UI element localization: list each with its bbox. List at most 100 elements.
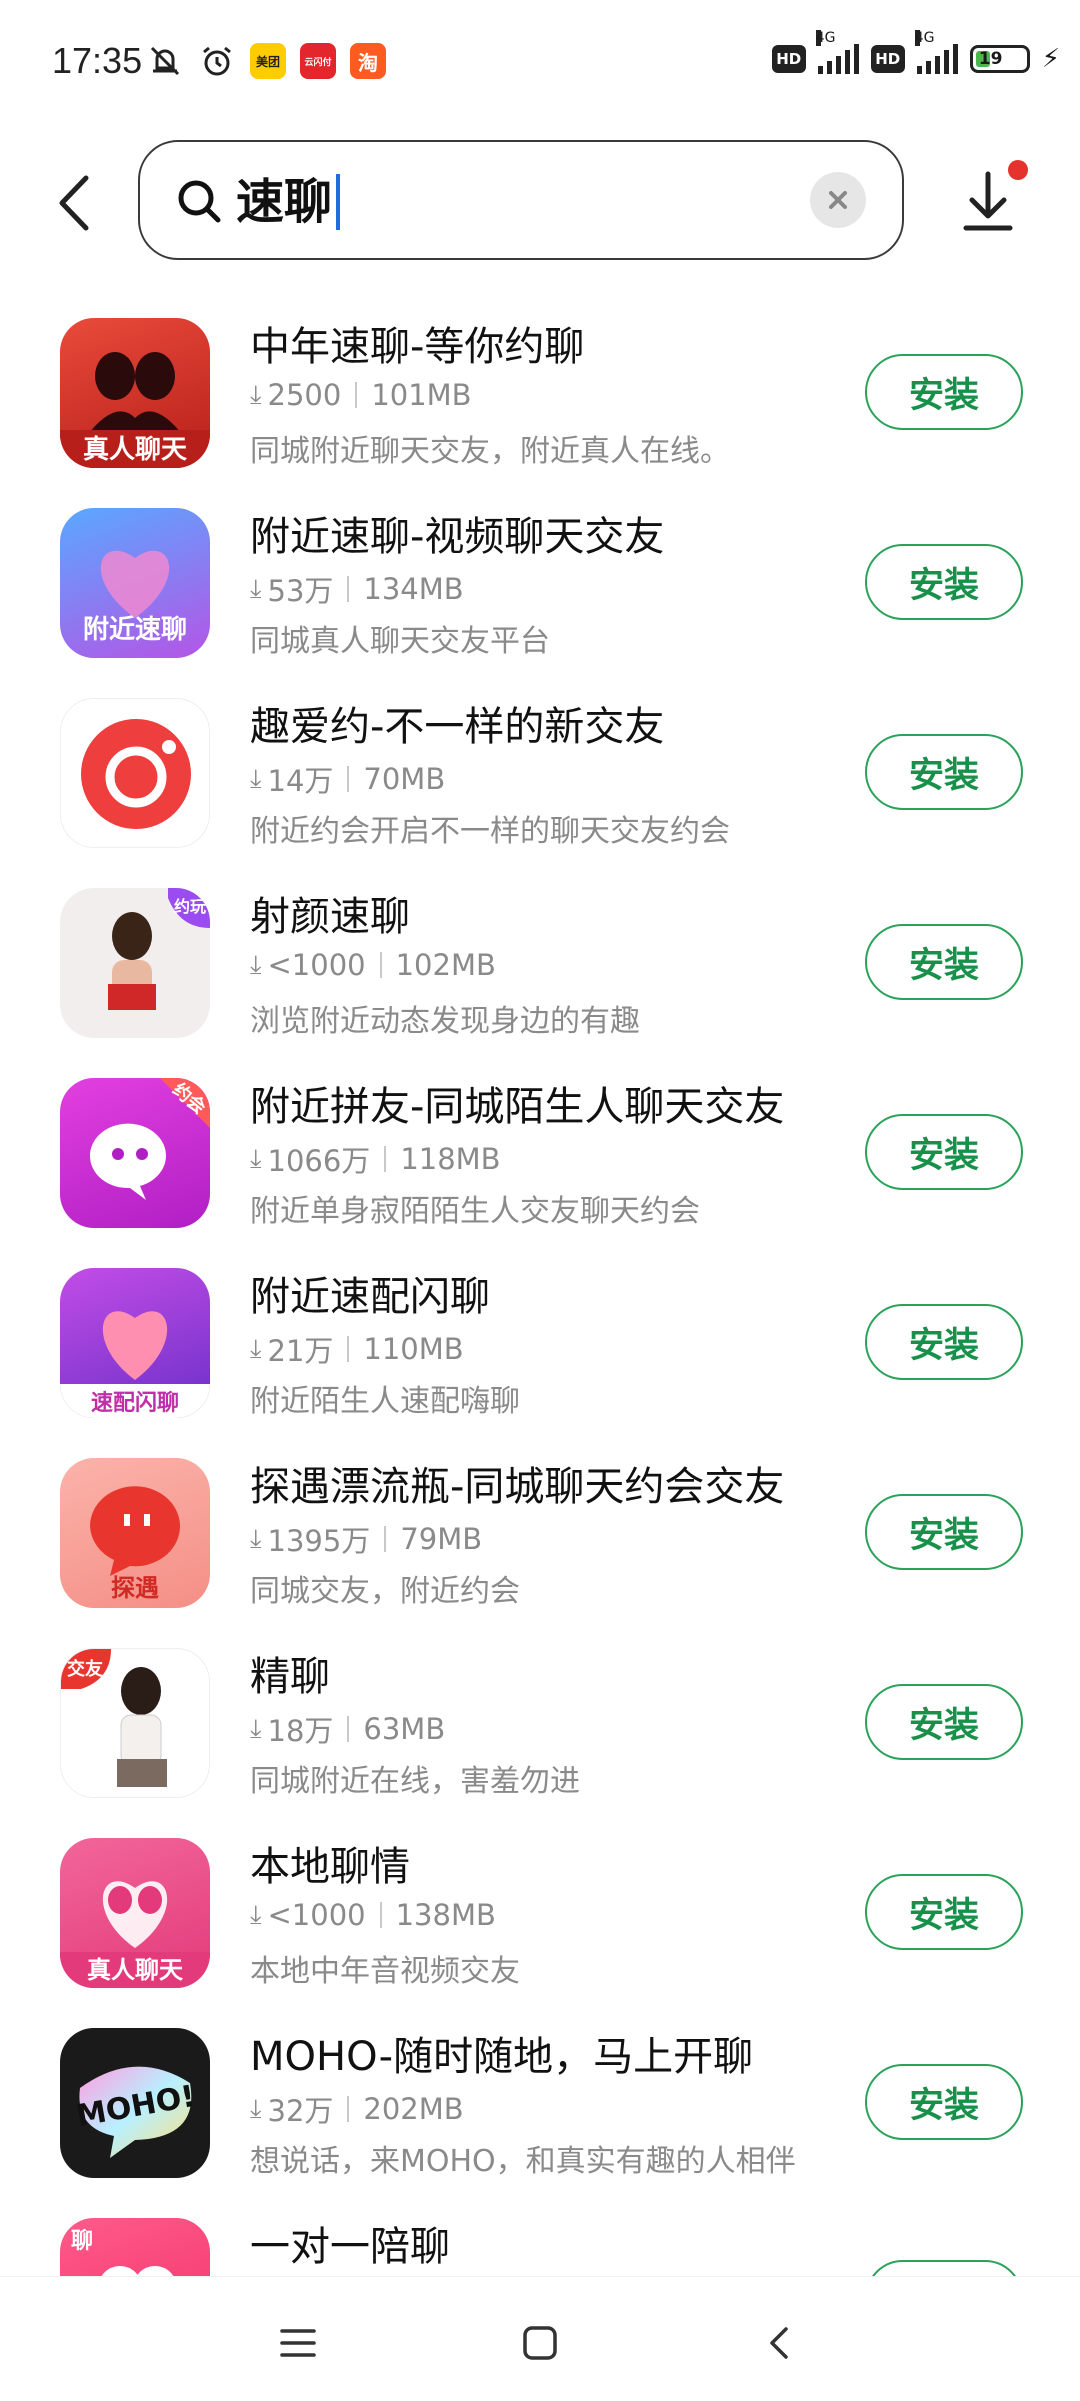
search-query-text: 速聊	[236, 174, 333, 230]
app-size: 134MB	[363, 572, 464, 606]
download-count-icon: ⤓	[250, 1899, 262, 1930]
app-icon[interactable]	[60, 698, 210, 848]
app-icon[interactable]: 速配闪聊	[60, 1268, 210, 1418]
svg-text:交友: 交友	[67, 1658, 103, 1680]
app-icon[interactable]: MOHO!	[60, 2028, 210, 2178]
download-count-icon: ⤓	[250, 1523, 262, 1554]
app-size: 79MB	[400, 1522, 483, 1556]
hd-badge: HD	[870, 45, 905, 73]
svg-text:真人聊天: 真人聊天	[87, 1956, 183, 1984]
list-item[interactable]: 趣爱约-不一样的新交友 ⤓ 14万 70MB 附近约会开启不一样的聊天交友约会 安装	[0, 680, 1080, 870]
download-manager-button[interactable]	[958, 160, 1028, 240]
mute-bell-icon	[146, 42, 184, 80]
back-button[interactable]	[50, 168, 100, 238]
notification-dot	[1008, 160, 1028, 180]
app-size: 110MB	[363, 1332, 464, 1366]
install-button[interactable]: 安装	[865, 544, 1023, 620]
install-button[interactable]: 安装	[865, 2064, 1023, 2140]
unionpay-app-icon: 云闪付	[300, 43, 336, 79]
app-icon[interactable]: 附近速聊	[60, 508, 210, 658]
download-count-icon: ⤓	[250, 1333, 262, 1364]
app-icon[interactable]: 交友	[60, 1648, 210, 1798]
app-icon[interactable]: 约会	[60, 1078, 210, 1228]
notification-icons: 美团 云闪付 淘	[146, 42, 386, 80]
list-item[interactable]: 探遇 探遇漂流瓶-同城聊天约会交友 ⤓ 1395万 79MB 同城交友，附近约会 安…	[0, 1440, 1080, 1630]
app-meta: ⤓ 1066万 118MB	[250, 1138, 501, 1180]
svg-text:真人聊天: 真人聊天	[83, 435, 187, 465]
back-nav-button[interactable]	[750, 2313, 810, 2373]
list-item[interactable]: 真人聊天 本地聊情 ⤓ <1000 138MB 本地中年音视频交友 安装	[0, 1820, 1080, 2010]
back-arrow-icon	[59, 175, 89, 231]
list-item[interactable]: 真人聊天 中年速聊-等你约聊 ⤓ 2500 101MB 同城附近聊天交友，附近真人在…	[0, 300, 1080, 490]
app-meta: ⤓ 1395万 79MB	[250, 1518, 482, 1560]
home-icon	[523, 2326, 557, 2360]
menu-nav-button[interactable]	[268, 2313, 328, 2373]
svg-text:聊: 聊	[71, 2229, 93, 2254]
download-count-icon: ⤓	[250, 2093, 262, 2124]
list-item[interactable]: 交友 精聊 ⤓ 18万 63MB 同城附近在线，害羞勿进 安装	[0, 1630, 1080, 1820]
download-count: 2500	[267, 378, 342, 412]
signal-icon: 4G	[815, 30, 859, 74]
app-icon[interactable]: 真人聊天	[60, 1838, 210, 1988]
app-description: 想说话，来MOHO，和真实有趣的人相伴	[250, 2144, 796, 2179]
download-count: 1066万	[267, 1144, 371, 1178]
search-query[interactable]: 速聊	[236, 164, 341, 240]
install-button[interactable]: 安装	[865, 354, 1023, 430]
app-meta: ⤓ <1000 138MB	[250, 1898, 496, 1932]
app-icon[interactable]: 约玩	[60, 888, 210, 1038]
install-button[interactable]: 安装	[865, 1304, 1023, 1380]
charging-icon: ⚡	[1041, 44, 1060, 74]
app-title[interactable]: 一对一陪聊	[250, 2214, 450, 2272]
install-button[interactable]: 安装	[865, 1874, 1023, 1950]
install-button[interactable]: 安装	[865, 924, 1023, 1000]
download-count: 32万	[267, 2094, 334, 2128]
app-title[interactable]: 精聊	[250, 1644, 330, 1702]
download-count: 21万	[267, 1334, 334, 1368]
system-indicators: HD 4G HD 4G 19 ⚡	[771, 30, 1060, 74]
search-icon	[174, 176, 224, 226]
app-title[interactable]: 本地聊情	[250, 1834, 410, 1892]
list-item[interactable]: 约会 附近拼友-同城陌生人聊天交友 ⤓ 1066万 118MB 附近单身寂陌陌生人交…	[0, 1060, 1080, 1250]
install-button[interactable]: 安装	[865, 1494, 1023, 1570]
search-input[interactable]: 速聊	[138, 140, 904, 260]
home-nav-button[interactable]	[510, 2313, 570, 2373]
svg-text:附近速聊: 附近速聊	[83, 615, 187, 645]
list-item[interactable]: 速配闪聊 附近速配闪聊 ⤓ 21万 110MB 附近陌生人速配嗨聊 安装	[0, 1250, 1080, 1440]
app-title[interactable]: 附近速配闪聊	[250, 1264, 490, 1322]
install-button[interactable]: 安装	[865, 1684, 1023, 1760]
download-count: 53万	[267, 574, 334, 608]
install-button[interactable]: 安装	[865, 734, 1023, 810]
text-cursor	[336, 174, 341, 230]
app-title[interactable]: MOHO-随时随地，马上开聊	[250, 2024, 753, 2082]
app-title[interactable]: 探遇漂流瓶-同城聊天约会交友	[250, 1454, 784, 1512]
app-title[interactable]: 附近拼友-同城陌生人聊天交友	[250, 1074, 784, 1132]
download-count-icon: ⤓	[250, 763, 262, 794]
list-item[interactable]: MOHO! MOHO-随时随地，马上开聊 ⤓ 32万 202MB 想说话，来MOHO…	[0, 2010, 1080, 2200]
app-meta: ⤓ 53万 134MB	[250, 568, 464, 610]
status-bar: 17:35 美团 云闪付 淘 HD 4G HD 4G 19 ⚡	[0, 0, 1080, 130]
taobao-app-icon: 淘	[350, 43, 386, 79]
app-description: 附近单身寂陌陌生人交友聊天约会	[250, 1194, 700, 1229]
app-description: 附近陌生人速配嗨聊	[250, 1384, 520, 1419]
clear-button[interactable]	[810, 172, 866, 228]
install-button[interactable]: 安装	[865, 1114, 1023, 1190]
app-size: 101MB	[371, 378, 472, 412]
alarm-icon	[198, 42, 236, 80]
app-icon[interactable]: 探遇	[60, 1458, 210, 1608]
app-meta: ⤓ 32万 202MB	[250, 2088, 464, 2130]
list-item[interactable]: 附近速聊 附近速聊-视频聊天交友 ⤓ 53万 134MB 同城真人聊天交友平台 安装	[0, 490, 1080, 680]
app-icon[interactable]: 真人聊天	[60, 318, 210, 468]
list-item[interactable]: 约玩 射颜速聊 ⤓ <1000 102MB 浏览附近动态发现身边的有趣 安装	[0, 870, 1080, 1060]
app-title[interactable]: 附近速聊-视频聊天交友	[250, 504, 664, 562]
app-description: 同城交友，附近约会	[250, 1574, 520, 1609]
app-title[interactable]: 趣爱约-不一样的新交友	[250, 694, 664, 752]
app-meta: ⤓ <1000 102MB	[250, 948, 496, 982]
app-size: 118MB	[400, 1142, 501, 1176]
app-title[interactable]: 中年速聊-等你约聊	[250, 314, 584, 372]
download-count: 1395万	[267, 1524, 371, 1558]
app-meta: ⤓ 2500 101MB	[250, 378, 472, 412]
app-meta: ⤓ 14万 70MB	[250, 758, 445, 800]
app-title[interactable]: 射颜速聊	[250, 884, 410, 942]
hd-badge: HD	[771, 45, 806, 73]
app-description: 同城附近聊天交友，附近真人在线。	[250, 434, 730, 469]
